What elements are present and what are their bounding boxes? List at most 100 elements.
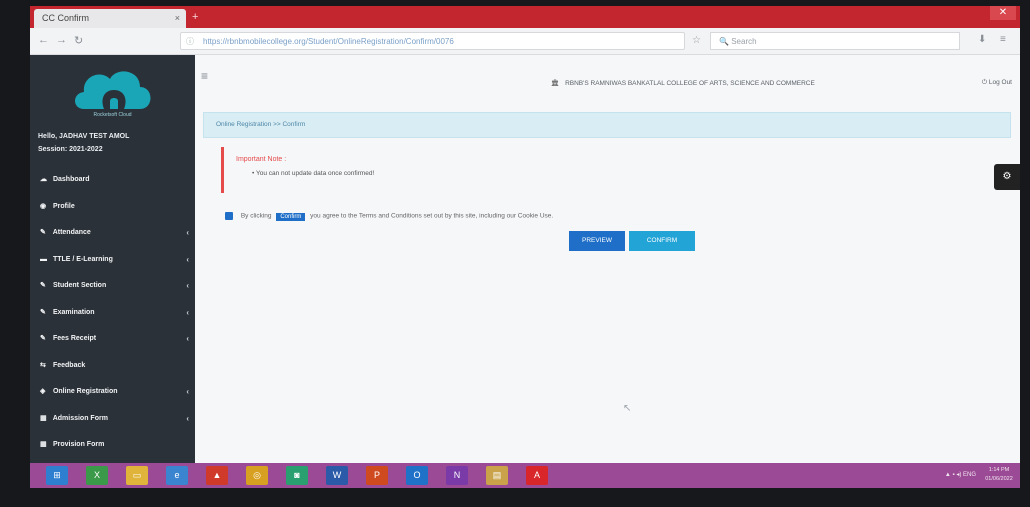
taskbar-onenote-icon[interactable]: N — [446, 466, 468, 485]
sidebar-item-provision-form[interactable]: ▦ Provision Form — [30, 432, 195, 459]
reload-icon[interactable]: ↻ — [74, 34, 83, 47]
provision-form-icon: ▦ — [40, 441, 47, 448]
chevron-left-icon: ‹ — [186, 334, 189, 343]
taskbar-acrobat-reader-icon[interactable]: ▲ — [206, 466, 228, 485]
sidebar: Rocketsoft Cloud Hello, JADHAV TEST AMOL… — [30, 55, 195, 463]
url-bar[interactable]: ⓘ https://rbnbmobilecollege.org/Student/… — [180, 32, 685, 50]
sidebar-item-examination[interactable]: ✎ Examination ‹ — [30, 300, 195, 327]
e-learning-icon: ▬ — [40, 255, 47, 263]
taskbar-glyph: A — [533, 470, 540, 480]
chevron-left-icon: ‹ — [186, 228, 189, 237]
rocketsoft-cloud-logo-icon — [75, 71, 151, 109]
settings-gear-icon[interactable]: ⚙ — [994, 164, 1020, 190]
browser-tab[interactable]: CC Confirm × — [34, 9, 186, 28]
sidebar-item-attendance[interactable]: ✎ Attendance ‹ — [30, 220, 195, 247]
new-tab-icon[interactable]: + — [192, 11, 206, 23]
examination-icon: ✎ — [40, 308, 46, 316]
taskbar-excel-icon[interactable]: X — [86, 466, 108, 485]
taskbar-camera-icon[interactable]: ◙ — [286, 466, 308, 485]
power-icon: ⏻ — [981, 79, 988, 86]
tab-title: CC Confirm — [42, 13, 90, 23]
taskbar-explorer-icon[interactable]: ▭ — [126, 466, 148, 485]
logout-link[interactable]: ⏻ Log Out — [982, 79, 1012, 87]
search-placeholder: Search — [731, 37, 757, 46]
taskbar-word-icon[interactable]: W — [326, 466, 348, 485]
sidebar-item-dashboard[interactable]: ☁ Dashboard — [30, 167, 195, 194]
chevron-left-icon: ‹ — [186, 307, 189, 317]
screen: CC Confirm × + ✕ ← → ↻ ⓘ https://rbnbmob… — [30, 6, 1020, 488]
top-header: ≡ 🏛 RBNB'S RAMNIWAS BANKATLAL COLLEGE OF… — [195, 55, 1020, 105]
note-title: Important Note : — [236, 156, 287, 163]
menu-toggle-icon[interactable]: ≡ — [201, 69, 208, 83]
sidebar-item-label: Dashboard — [52, 176, 90, 183]
chevron-left-icon: ‹ — [186, 281, 189, 290]
taskbar-glyph: ⊞ — [53, 470, 61, 480]
download-icon[interactable]: ⬇ — [978, 34, 986, 45]
sidebar-item-admission-form[interactable]: ▦ Admission Form ‹ — [30, 406, 195, 433]
taskbar-adobe-icon[interactable]: A — [526, 466, 548, 485]
tab-close-icon[interactable]: × — [175, 9, 180, 28]
taskbar-glyph: ▤ — [492, 470, 502, 480]
dashboard-icon: ☁ — [40, 176, 47, 183]
clock-time: 1:14 PM — [988, 467, 1010, 473]
back-icon[interactable]: ← — [38, 34, 49, 46]
sidebar-item-label: Online Registration — [52, 388, 118, 395]
taskbar-glyph: ▭ — [132, 470, 142, 480]
terms-agreement: By clicking Confirm you agree to the Ter… — [225, 212, 553, 221]
terms-checkbox[interactable] — [225, 212, 233, 220]
sidebar-item-label: TTLE / E-Learning — [52, 255, 113, 263]
windows-taskbar: ⊞ X ▭ e ▲ ◎ ◙ W P O N ▤ A ▲ ▪ ◂) ENG 1:14 PM 01/06/2… — [30, 463, 1020, 488]
url-text: https://rbnbmobilecollege.org/Student/On… — [203, 37, 454, 46]
attendance-icon: ✎ — [40, 229, 46, 236]
terms-prefix: By clicking — [240, 212, 272, 220]
main-content: ≡ 🏛 RBNB'S RAMNIWAS BANKATLAL COLLEGE OF… — [195, 55, 1020, 463]
chevron-left-icon: ‹ — [186, 254, 189, 264]
sidebar-item-online-registration[interactable]: ◈ Online Registration ‹ — [30, 379, 195, 406]
browser-titlebar: CC Confirm × + ✕ — [30, 6, 1020, 28]
terms-confirm-badge: Confirm — [276, 212, 306, 221]
browser-menu-icon[interactable]: ≡ — [1000, 34, 1006, 45]
taskbar-outlook-icon[interactable]: O — [406, 466, 428, 485]
forward-icon[interactable]: → — [56, 34, 67, 46]
sidebar-item-student-section[interactable]: ✎ Student Section ‹ — [30, 273, 195, 300]
college-name: 🏛 RBNB'S RAMNIWAS BANKATLAL COLLEGE OF A… — [551, 79, 815, 87]
clock-date: 01/06/2022 — [985, 476, 1013, 482]
window-close-button[interactable]: ✕ — [990, 6, 1016, 20]
profile-icon: ◉ — [40, 202, 47, 210]
student-section-icon: ✎ — [40, 282, 46, 289]
site-info-icon[interactable]: ⓘ — [186, 33, 194, 49]
important-note: Important Note : • You can not update da… — [221, 147, 514, 193]
taskbar-glyph: W — [332, 470, 342, 480]
note-text: • You can not update data once confirmed… — [252, 170, 375, 177]
taskbar-glyph: e — [174, 470, 180, 480]
breadcrumb: Online Registration >> Confirm — [203, 112, 1011, 138]
sidebar-item-feedback[interactable]: ⇆ Feedback — [30, 353, 195, 380]
sidebar-item-profile[interactable]: ◉ Profile — [30, 194, 195, 221]
system-tray[interactable]: ▲ ▪ ◂) ENG — [945, 471, 976, 478]
taskbar-powerpoint-icon[interactable]: P — [366, 466, 388, 485]
search-input[interactable]: 🔍 Search — [710, 32, 960, 50]
logout-label: Log Out — [988, 79, 1012, 86]
preview-button[interactable]: PREVIEW — [569, 231, 625, 251]
chevron-left-icon: ‹ — [186, 387, 189, 396]
taskbar-ie-icon[interactable]: e — [166, 466, 188, 485]
chevron-left-icon: ‹ — [186, 413, 189, 423]
brand-name: Rocketsoft Cloud — [93, 112, 132, 118]
taskbar-folder-icon[interactable]: ▤ — [486, 466, 508, 485]
taskbar-chrome-icon[interactable]: ◎ — [246, 466, 268, 485]
college-name-text: RBNB'S RAMNIWAS BANKATLAL COLLEGE OF ART… — [565, 80, 815, 87]
taskbar-windows-icon[interactable]: ⊞ — [46, 466, 68, 485]
confirm-button[interactable]: CONFIRM — [629, 231, 695, 251]
institution-icon: 🏛 — [551, 80, 560, 87]
fees-receipt-icon: ✎ — [40, 335, 46, 342]
sidebar-item-label: Attendance — [52, 229, 91, 236]
taskbar-glyph: ◙ — [294, 470, 300, 480]
taskbar-clock[interactable]: 1:14 PM 01/06/2022 — [984, 466, 1014, 484]
bookmark-star-icon[interactable]: ☆ — [692, 35, 701, 46]
taskbar-glyph: O — [413, 470, 421, 480]
browser-navbar: ← → ↻ ⓘ https://rbnbmobilecollege.org/St… — [30, 28, 1020, 55]
sidebar-item-fees-receipt[interactable]: ✎ Fees Receipt ‹ — [30, 326, 195, 353]
sidebar-item-e-learning[interactable]: ▬ TTLE / E-Learning ‹ — [30, 247, 195, 274]
taskbar-glyph: X — [93, 470, 100, 480]
user-name: Hello, JADHAV TEST AMOL — [38, 133, 130, 140]
